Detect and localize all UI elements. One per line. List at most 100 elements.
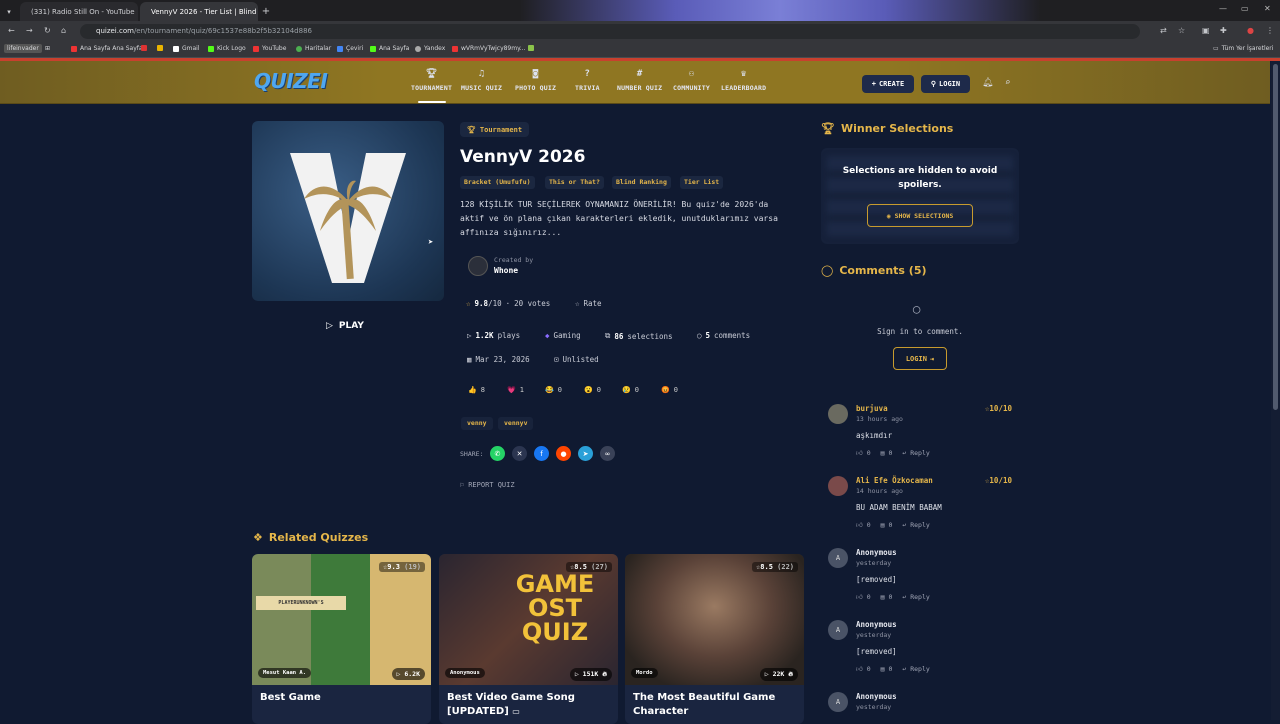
related-quiz-card[interactable]: PLAYERUNKNOWN'S ☆9.3 (19) Mesut Kaan A. … <box>252 554 431 724</box>
minimize-icon[interactable]: — <box>1219 4 1227 13</box>
tab-youtube[interactable]: (331) Radio Still On - YouTube ✕ <box>20 2 138 21</box>
like-button[interactable]: 👍︎ 0 <box>856 449 871 457</box>
facebook-icon[interactable]: f <box>534 446 549 461</box>
like-button[interactable]: 👍︎ 0 <box>856 521 871 529</box>
nav-number-quiz[interactable]: # NUMBER QUIZ <box>617 69 662 92</box>
nav-community[interactable]: ⚇ COMMUNITY <box>673 69 710 92</box>
login-button[interactable]: ⚲ LOGIN <box>921 75 970 93</box>
nav-trivia[interactable]: ? TRIVIA <box>575 69 600 92</box>
report-quiz-button[interactable]: ⚐ REPORT QUIZ <box>460 481 515 489</box>
forward-icon[interactable]: → <box>26 26 33 35</box>
window-close-icon[interactable]: ✕ <box>1264 4 1271 13</box>
reply-button[interactable]: ↩ Reply <box>902 449 929 457</box>
avatar[interactable] <box>828 476 848 496</box>
puzzle-icon[interactable]: ✚ <box>1220 26 1227 35</box>
bookmark-icon-2[interactable] <box>157 45 163 51</box>
reaction-like[interactable]: 👍 8 <box>468 386 485 394</box>
creator-name[interactable]: Whone <box>494 266 518 275</box>
category-chip[interactable]: Tier List <box>680 176 724 189</box>
extension-icon[interactable]: ▣ <box>1202 26 1210 35</box>
category-chip[interactable]: Blind Ranking <box>612 176 671 189</box>
shapes-icon: ❖ <box>253 531 263 544</box>
nav-music-quiz[interactable]: ♫ MUSIC QUIZ <box>461 69 502 92</box>
play-button[interactable]: ▷ PLAY <box>326 321 364 331</box>
comment-author[interactable]: Ali Efe Özkocaman <box>856 476 933 485</box>
reddit-icon[interactable]: ● <box>556 446 571 461</box>
related-quiz-card[interactable]: GAME OST QUIZ ☆8.5 (27) Anonymous ▷ 151K 🔥… <box>439 554 618 724</box>
back-icon[interactable]: ← <box>8 26 15 35</box>
bell-icon[interactable]: 🔔︎ <box>982 78 993 88</box>
bookmark-lifeinvader[interactable]: lifeinvader <box>4 44 42 53</box>
home-icon[interactable]: ⌂ <box>61 26 66 35</box>
page-scrollbar-thumb[interactable] <box>1273 64 1278 410</box>
bookmark-haritalar[interactable]: Haritalar <box>296 45 331 52</box>
tab-search-button[interactable]: ▾ <box>2 2 16 21</box>
comment-author[interactable]: burjuva <box>856 404 888 413</box>
apps-icon[interactable]: ⊞ <box>45 45 50 52</box>
profile-avatar-icon[interactable]: ● <box>1247 26 1254 35</box>
card-author[interactable]: Mesut Kaan A. <box>258 668 312 678</box>
related-quiz-card[interactable]: ☆8.5 (22) Mordo ▷ 22K 🔥︎ The Most Beauti… <box>625 554 804 724</box>
replies-count[interactable]: ▤ 0 <box>881 665 893 673</box>
address-bar[interactable]: quizei.com/en/tournament/quiz/69c1537e88… <box>80 24 1140 39</box>
bookmark-wvrm[interactable]: wVRmVyTwjcy89my... <box>452 45 526 52</box>
reaction-wow[interactable]: 😮 0 <box>584 386 601 394</box>
copy-link-icon[interactable]: ∞ <box>600 446 615 461</box>
whatsapp-icon[interactable]: ✆ <box>490 446 505 461</box>
replies-count[interactable]: ▤ 0 <box>881 593 893 601</box>
show-selections-button[interactable]: ◉ SHOW SELECTIONS <box>867 204 973 227</box>
rate-button[interactable]: ☆ Rate <box>575 299 602 308</box>
bookmark-ana-sayfa[interactable]: Ana Sayfa Ana Sayfa <box>71 45 143 52</box>
replies-count[interactable]: ▤ 0 <box>881 521 893 529</box>
new-tab-button[interactable]: + <box>259 2 273 21</box>
reaction-love[interactable]: 💗 1 <box>507 386 524 394</box>
bookmark-ceviri[interactable]: Çeviri <box>337 45 363 52</box>
card-title: Best Game <box>260 692 321 703</box>
tab-quizei[interactable]: VennyV 2026 - Tier List | Blind R ✕ <box>140 2 258 21</box>
card-thumbnail: GAME OST QUIZ <box>439 554 618 685</box>
like-button[interactable]: 👍︎ 0 <box>856 665 871 673</box>
create-button[interactable]: + CREATE <box>862 75 914 93</box>
tag-chip[interactable]: vennyv <box>498 417 534 430</box>
bookmark-kick-logo[interactable]: Kick Logo <box>208 45 246 52</box>
nav-photo-quiz[interactable]: ◙ PHOTO QUIZ <box>515 69 556 92</box>
flag-icon: ⚐ <box>460 481 465 489</box>
replies-count[interactable]: ▤ 0 <box>881 449 893 457</box>
card-rating: ☆8.5 (27) <box>566 562 612 572</box>
telegram-icon[interactable]: ➤ <box>578 446 593 461</box>
tag-chip[interactable]: venny <box>461 417 493 430</box>
bookmark-ana-sayfa-2[interactable]: Ana Sayfa <box>370 45 409 52</box>
comment-login-button[interactable]: LOGIN ⇥ <box>893 347 947 370</box>
reply-button[interactable]: ↩ Reply <box>902 665 929 673</box>
bookmark-icon-3[interactable] <box>528 45 534 51</box>
reaction-angry[interactable]: 😡 0 <box>661 386 678 394</box>
category-chip[interactable]: This or That? <box>545 176 604 189</box>
nav-tournament[interactable]: 🏆︎ TOURNAMENT <box>411 69 452 103</box>
category-chip[interactable]: Bracket (Umufufu) <box>460 176 535 189</box>
reload-icon[interactable]: ↻ <box>44 26 51 35</box>
category-stat[interactable]: ◆ Gaming <box>545 331 581 340</box>
nav-leaderboard[interactable]: ♛ LEADERBOARD <box>721 69 766 92</box>
bookmark-gmail[interactable]: Gmail <box>173 45 200 52</box>
search-icon[interactable]: ⌕ <box>1005 78 1010 88</box>
bookmark-yandex[interactable]: Yandex <box>415 45 445 52</box>
card-author[interactable]: Mordo <box>631 668 658 678</box>
site-logo[interactable]: QUIZEI <box>254 69 328 93</box>
like-button[interactable]: 👍︎ 0 <box>856 593 871 601</box>
translate-icon[interactable]: ⇄ <box>1160 26 1167 35</box>
bookmark-icon-1[interactable] <box>141 45 147 51</box>
card-author[interactable]: Anonymous <box>445 668 485 678</box>
reaction-sad[interactable]: 😢 0 <box>622 386 639 394</box>
reply-button[interactable]: ↩ Reply <box>902 521 929 529</box>
bookmark-youtube[interactable]: YouTube <box>253 45 286 52</box>
all-bookmarks[interactable]: ▭ Tüm Yer İşaretleri <box>1213 45 1273 52</box>
avatar[interactable] <box>828 404 848 424</box>
star-bookmark-icon[interactable]: ☆ <box>1178 26 1185 35</box>
x-twitter-icon[interactable]: ✕ <box>512 446 527 461</box>
menu-icon[interactable]: ⋮ <box>1266 26 1274 35</box>
creator-avatar[interactable] <box>468 256 488 276</box>
maximize-icon[interactable]: ▭ <box>1241 4 1249 13</box>
reaction-laugh[interactable]: 😂 0 <box>545 386 562 394</box>
reply-button[interactable]: ↩ Reply <box>902 593 929 601</box>
comment-body: [removed] <box>856 575 897 584</box>
